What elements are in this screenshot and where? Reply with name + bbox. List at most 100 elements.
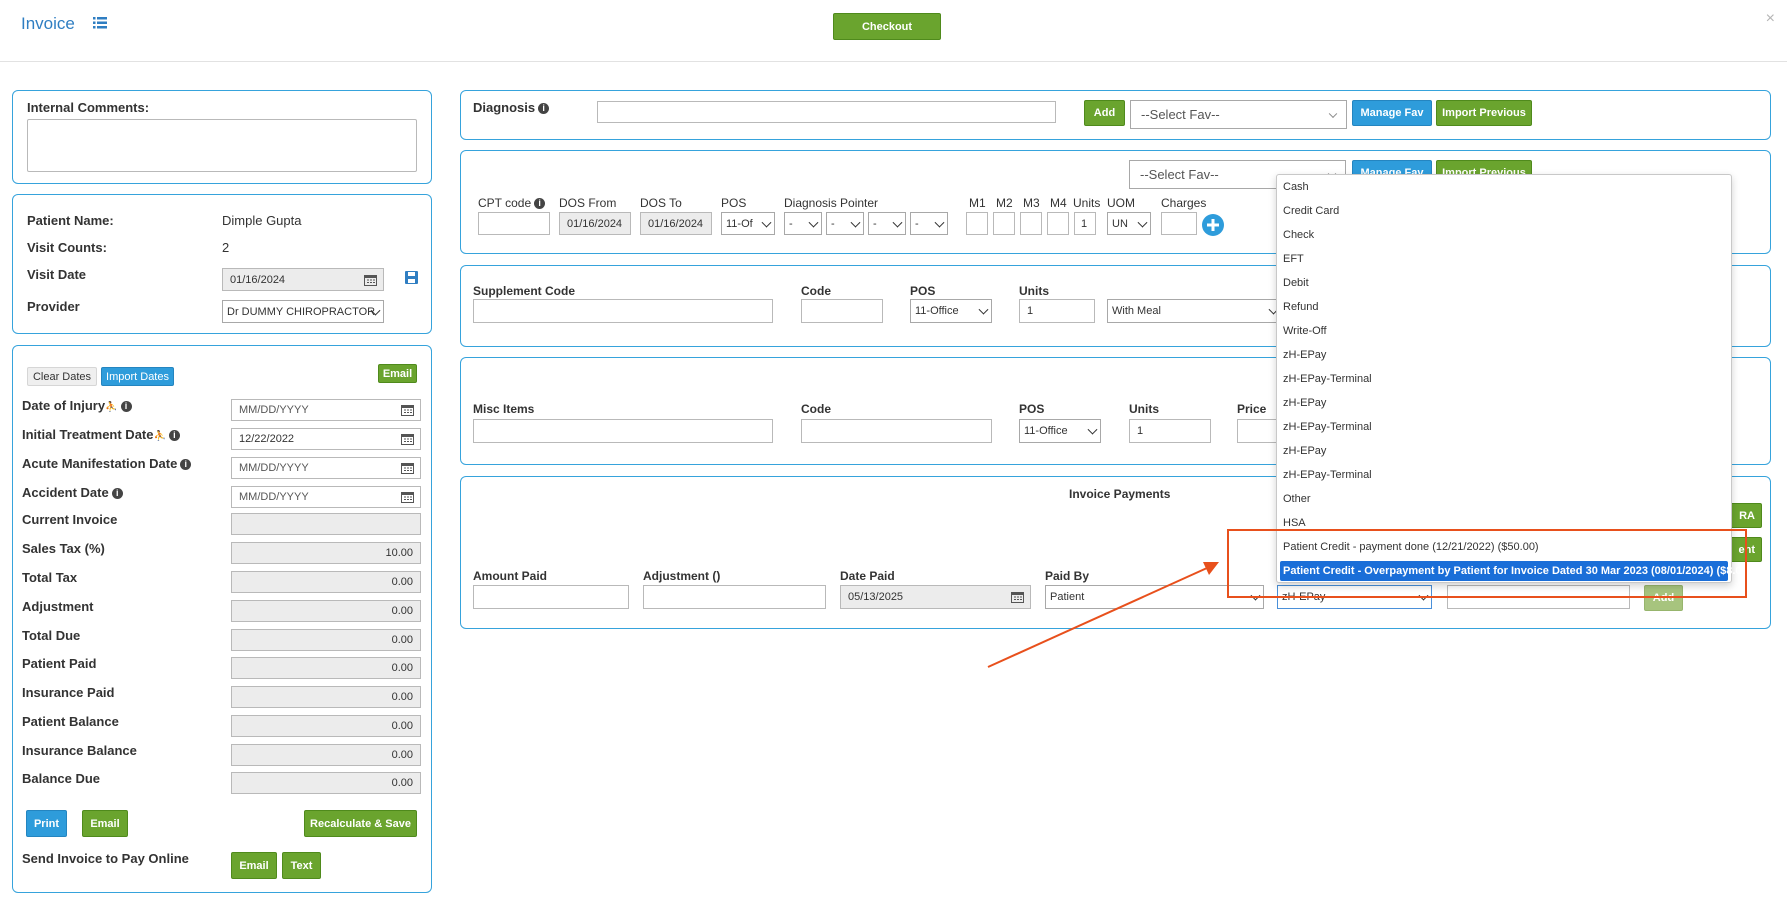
- provider-select[interactable]: Dr DUMMY CHIROPRACTOR: [222, 300, 384, 323]
- list-icon[interactable]: [93, 17, 107, 29]
- dropdown-option-refund[interactable]: Refund: [1280, 297, 1728, 317]
- diagnosis-import-previous-button[interactable]: Import Previous: [1436, 100, 1532, 126]
- diagnosis-add-button[interactable]: Add: [1084, 100, 1125, 126]
- send-email-button[interactable]: Email: [231, 852, 277, 879]
- visit-counts-label: Visit Counts:: [27, 240, 107, 255]
- checkout-button[interactable]: Checkout: [833, 13, 941, 40]
- misc-units-label: Units: [1129, 402, 1159, 416]
- clear-dates-button[interactable]: Clear Dates: [27, 367, 97, 386]
- provider-value: Dr DUMMY CHIROPRACTOR: [227, 305, 376, 318]
- dropdown-option-zh-epay-terminal[interactable]: zH-EPay-Terminal: [1280, 417, 1728, 437]
- misc-pos-select[interactable]: 11-Office: [1019, 419, 1101, 443]
- save-icon[interactable]: [405, 271, 418, 284]
- dos-to-label: DOS To: [640, 196, 682, 210]
- cpt-pos-select[interactable]: 11-Of: [721, 212, 775, 235]
- info-icon: i: [538, 103, 550, 114]
- m3-input[interactable]: [1020, 212, 1042, 235]
- balance-due-field: 0.00: [231, 772, 421, 794]
- adjustment-input[interactable]: [643, 585, 826, 609]
- adjustment-field: 0.00: [231, 600, 421, 622]
- m2-input[interactable]: [993, 212, 1015, 235]
- sales-tax-field[interactable]: 10.00: [231, 542, 421, 564]
- close-icon[interactable]: ×: [1766, 10, 1775, 28]
- visit-date-value: 01/16/2024: [230, 273, 286, 286]
- supplement-meal-select[interactable]: With Meal: [1107, 299, 1282, 323]
- accident-date-label: Accident Date i: [22, 485, 123, 500]
- page-title: Invoice: [21, 14, 75, 33]
- pointer-select-2[interactable]: -: [826, 212, 864, 235]
- dropdown-option-zh-epay-terminal[interactable]: zH-EPay-Terminal: [1280, 369, 1728, 389]
- dropdown-option-debit[interactable]: Debit: [1280, 273, 1728, 293]
- visit-date-label: Visit Date: [27, 267, 87, 282]
- diagnosis-manage-fav-button[interactable]: Manage Fav: [1352, 100, 1432, 126]
- units-input[interactable]: 1: [1074, 212, 1096, 235]
- dates-email-button[interactable]: Email: [378, 364, 417, 383]
- dropdown-option-write-off[interactable]: Write-Off: [1280, 321, 1728, 341]
- dropdown-option-check[interactable]: Check: [1280, 225, 1728, 245]
- dos-to-input[interactable]: 01/16/2024: [640, 212, 712, 235]
- calendar-icon[interactable]: [364, 274, 377, 286]
- pointer-select-4[interactable]: -: [910, 212, 948, 235]
- calendar-icon[interactable]: [401, 491, 414, 503]
- info-icon: i: [168, 430, 180, 441]
- recalculate-save-button[interactable]: Recalculate & Save: [304, 810, 417, 837]
- add-row-icon[interactable]: [1202, 214, 1224, 236]
- send-text-button[interactable]: Text: [282, 852, 321, 879]
- initial-treatment-date-label: Initial Treatment Date⛹ i: [22, 427, 180, 442]
- dos-from-input[interactable]: 01/16/2024: [559, 212, 631, 235]
- diagnosis-label: Diagnosis i: [473, 100, 550, 115]
- info-icon: i: [111, 488, 123, 499]
- insurance-paid-label: Insurance Paid: [22, 685, 115, 700]
- dropdown-option-other[interactable]: Other: [1280, 489, 1728, 509]
- import-dates-button[interactable]: Import Dates: [101, 367, 174, 386]
- calendar-icon[interactable]: [401, 462, 414, 474]
- dropdown-option-zh-epay[interactable]: zH-EPay: [1280, 393, 1728, 413]
- print-button[interactable]: Print: [26, 810, 67, 837]
- visit-date-input[interactable]: 01/16/2024: [222, 268, 384, 291]
- cpt-pos-label: POS: [721, 196, 747, 210]
- acute-manifestation-date-input[interactable]: MM/DD/YYYY: [231, 457, 421, 479]
- invoice-details-panel: Clear Dates Import Dates Email Date of I…: [12, 345, 432, 893]
- units-label: Units: [1073, 196, 1101, 210]
- supplement-code-input[interactable]: [473, 299, 773, 323]
- total-tax-field: 0.00: [231, 571, 421, 593]
- insurance-paid-field: 0.00: [231, 686, 421, 708]
- amount-paid-input[interactable]: [473, 585, 629, 609]
- supplement-pos-select[interactable]: 11-Office: [910, 299, 992, 323]
- misc-units-input[interactable]: 1: [1129, 419, 1211, 443]
- misc-code-input[interactable]: [801, 419, 992, 443]
- charges-input[interactable]: [1161, 212, 1197, 235]
- dropdown-option-zh-epay[interactable]: zH-EPay: [1280, 441, 1728, 461]
- dropdown-option-cash[interactable]: Cash: [1280, 177, 1728, 197]
- patient-paid-label: Patient Paid: [22, 656, 97, 671]
- date-of-injury-input[interactable]: MM/DD/YYYY: [231, 399, 421, 421]
- diagnosis-fav-select[interactable]: --Select Fav--: [1130, 100, 1347, 129]
- misc-code-label: Code: [801, 402, 831, 416]
- dropdown-option-eft[interactable]: EFT: [1280, 249, 1728, 269]
- supplement-code2-input[interactable]: [801, 299, 883, 323]
- calendar-icon[interactable]: [401, 404, 414, 416]
- uom-select[interactable]: UN: [1107, 212, 1151, 235]
- annotation-arrow-icon: [987, 562, 1219, 668]
- calendar-icon[interactable]: [401, 433, 414, 445]
- misc-items-input[interactable]: [473, 419, 773, 443]
- dropdown-option-credit-card[interactable]: Credit Card: [1280, 201, 1728, 221]
- accident-date-input[interactable]: MM/DD/YYYY: [231, 486, 421, 508]
- date-of-injury-label: Date of Injury⛹ i: [22, 398, 132, 413]
- dropdown-option-zh-epay[interactable]: zH-EPay: [1280, 345, 1728, 365]
- initial-treatment-date-input[interactable]: 12/22/2022: [231, 428, 421, 450]
- supplement-pos-label: POS: [910, 284, 936, 298]
- info-icon: i: [534, 198, 546, 209]
- supplement-units-input[interactable]: 1: [1019, 299, 1095, 323]
- internal-comments-label: Internal Comments:: [27, 100, 150, 115]
- internal-comments-textarea[interactable]: [27, 119, 417, 172]
- m4-input[interactable]: [1047, 212, 1069, 235]
- pointer-select-1[interactable]: -: [784, 212, 822, 235]
- email-button[interactable]: Email: [82, 810, 128, 837]
- cpt-code-input[interactable]: [478, 212, 550, 235]
- payment-method-dropdown[interactable]: Cash Credit Card Check EFT Debit Refund …: [1276, 174, 1751, 583]
- m1-input[interactable]: [966, 212, 988, 235]
- pointer-select-3[interactable]: -: [868, 212, 906, 235]
- dropdown-option-zh-epay-terminal[interactable]: zH-EPay-Terminal: [1280, 465, 1728, 485]
- diagnosis-input[interactable]: [597, 101, 1056, 123]
